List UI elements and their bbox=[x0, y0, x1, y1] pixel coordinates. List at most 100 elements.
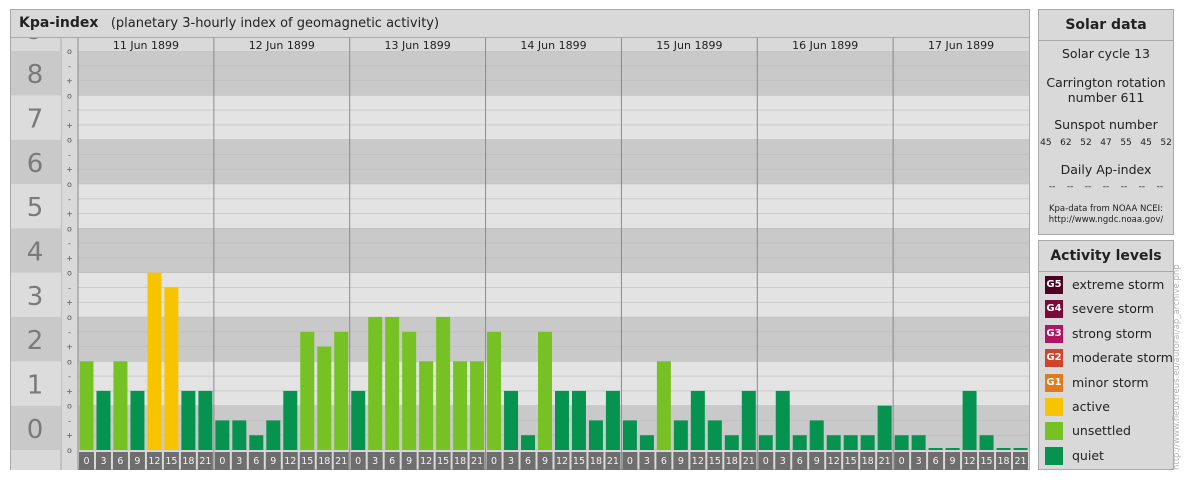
thirds-tick-label: - bbox=[68, 62, 71, 71]
thirds-tick-label: - bbox=[68, 106, 71, 115]
thirds-tick-label: o bbox=[67, 224, 72, 233]
thirds-tick-label: + bbox=[66, 431, 73, 440]
interval-start-label: 21 bbox=[607, 456, 619, 467]
interval-start-label: 15 bbox=[980, 456, 992, 467]
thirds-tick-label: + bbox=[66, 298, 73, 307]
kpa-bar bbox=[911, 435, 926, 450]
thirds-tick-label: + bbox=[66, 121, 73, 130]
level-band bbox=[78, 51, 1029, 96]
interval-start-label: 9 bbox=[542, 456, 548, 467]
kpa-bar bbox=[707, 420, 722, 450]
sunspot-value: 47 bbox=[1100, 138, 1112, 148]
thirds-tick-label: o bbox=[67, 180, 72, 189]
thirds-tick-label: o bbox=[67, 402, 72, 411]
sunspot-value: 52 bbox=[1080, 138, 1092, 148]
interval-start-label: 12 bbox=[964, 456, 976, 467]
level-badge-g5: G5 bbox=[1045, 276, 1063, 294]
kpa-bar bbox=[300, 331, 315, 450]
carrington-rotation-label: Carrington rotation bbox=[1046, 75, 1166, 90]
activity-levels-panel: Activity levels G5 extreme storm G4 seve… bbox=[1038, 240, 1174, 470]
interval-start-label: 15 bbox=[301, 456, 313, 467]
kpa-bar bbox=[436, 317, 451, 450]
kpa-bar bbox=[419, 361, 434, 450]
thirds-tick-label: o bbox=[67, 47, 72, 56]
interval-start-label: 12 bbox=[148, 456, 160, 467]
kpa-bar bbox=[826, 435, 841, 450]
interval-start-label: 21 bbox=[1014, 456, 1026, 467]
kpa-bar bbox=[894, 435, 909, 450]
interval-start-label: 12 bbox=[556, 456, 568, 467]
kpa-chart: 0123456789o+-o+-o+-o+-o+-o+-o+-o+-o+-o11… bbox=[11, 38, 1029, 470]
thirds-tick-label: - bbox=[68, 195, 71, 204]
kpa-bar bbox=[690, 390, 705, 450]
level-label: moderate storm bbox=[1072, 350, 1173, 365]
kpa-bar bbox=[181, 390, 196, 450]
level-band bbox=[78, 184, 1029, 229]
interval-start-label: 3 bbox=[100, 456, 106, 467]
y-tick-label: 1 bbox=[27, 371, 44, 401]
day-label: 14 Jun 1899 bbox=[520, 39, 586, 52]
thirds-tick-label: + bbox=[66, 254, 73, 263]
interval-start-label: 18 bbox=[182, 456, 194, 467]
interval-start-label: 0 bbox=[763, 456, 769, 467]
thirds-tick-label: - bbox=[68, 372, 71, 381]
kpa-bar bbox=[317, 346, 332, 450]
level-swatch-quiet bbox=[1045, 447, 1063, 465]
kpa-bar bbox=[198, 390, 213, 450]
kpa-bar bbox=[130, 390, 145, 450]
kpa-bar bbox=[215, 420, 230, 450]
kpa-bar bbox=[843, 435, 858, 450]
interval-start-label: 12 bbox=[284, 456, 296, 467]
y-tick-label: 2 bbox=[27, 326, 44, 356]
thirds-tick-label: - bbox=[68, 239, 71, 248]
sunspot-value: 62 bbox=[1060, 138, 1072, 148]
interval-start-label: 3 bbox=[372, 456, 378, 467]
level-label: extreme storm bbox=[1072, 277, 1165, 292]
interval-start-label: 3 bbox=[644, 456, 650, 467]
interval-start-label: 9 bbox=[678, 456, 684, 467]
thirds-tick-label: + bbox=[66, 387, 73, 396]
kpa-bar bbox=[673, 420, 688, 450]
level-badge-g3: G3 bbox=[1045, 325, 1063, 343]
level-label: severe storm bbox=[1072, 301, 1154, 316]
kpa-bar bbox=[96, 390, 111, 450]
y-tick-label: 8 bbox=[27, 60, 44, 90]
sunspot-value: 45 bbox=[1040, 138, 1052, 148]
y-tick-label: 0 bbox=[27, 415, 44, 445]
solar-data-title: Solar data bbox=[1039, 10, 1173, 41]
day-label: 12 Jun 1899 bbox=[249, 39, 315, 52]
thirds-tick-label: o bbox=[67, 357, 72, 366]
thirds-tick-label: o bbox=[67, 313, 72, 322]
level-badge-g1: G1 bbox=[1045, 374, 1063, 392]
kpa-bar bbox=[928, 448, 943, 450]
interval-start-label: 9 bbox=[406, 456, 412, 467]
level-band bbox=[78, 317, 1029, 362]
source-note: Kpa-data from NOAA NCEI: bbox=[1048, 204, 1164, 214]
y-tick-label: 9 bbox=[27, 38, 44, 46]
ap-value: -- bbox=[1102, 182, 1110, 192]
ap-value: -- bbox=[1084, 182, 1092, 192]
kpa-bar bbox=[164, 287, 179, 450]
interval-start-label: 15 bbox=[709, 456, 721, 467]
y-tick-label: 3 bbox=[27, 282, 44, 312]
kpa-bar bbox=[283, 390, 298, 450]
interval-start-label: 0 bbox=[355, 456, 361, 467]
kpa-bar bbox=[877, 405, 892, 450]
kpa-bar bbox=[453, 361, 468, 450]
thirds-tick-label: - bbox=[68, 416, 71, 425]
level-label: minor storm bbox=[1072, 375, 1149, 390]
kpa-bar bbox=[487, 331, 502, 450]
interval-start-label: 0 bbox=[491, 456, 497, 467]
level-swatch-unsettled bbox=[1045, 422, 1063, 440]
interval-start-label: 15 bbox=[165, 456, 177, 467]
interval-start-label: 21 bbox=[199, 456, 211, 467]
interval-start-label: 3 bbox=[508, 456, 514, 467]
kpa-bar bbox=[470, 361, 485, 450]
level-band bbox=[78, 95, 1029, 140]
daily-ap-values: -- -- -- -- -- -- -- bbox=[1039, 182, 1173, 192]
kpa-bar bbox=[571, 390, 586, 450]
kpa-bar bbox=[538, 331, 552, 450]
carrington-rotation-number: number 611 bbox=[1067, 90, 1145, 105]
interval-start-label: 0 bbox=[83, 456, 89, 467]
interval-start-label: 15 bbox=[573, 456, 585, 467]
